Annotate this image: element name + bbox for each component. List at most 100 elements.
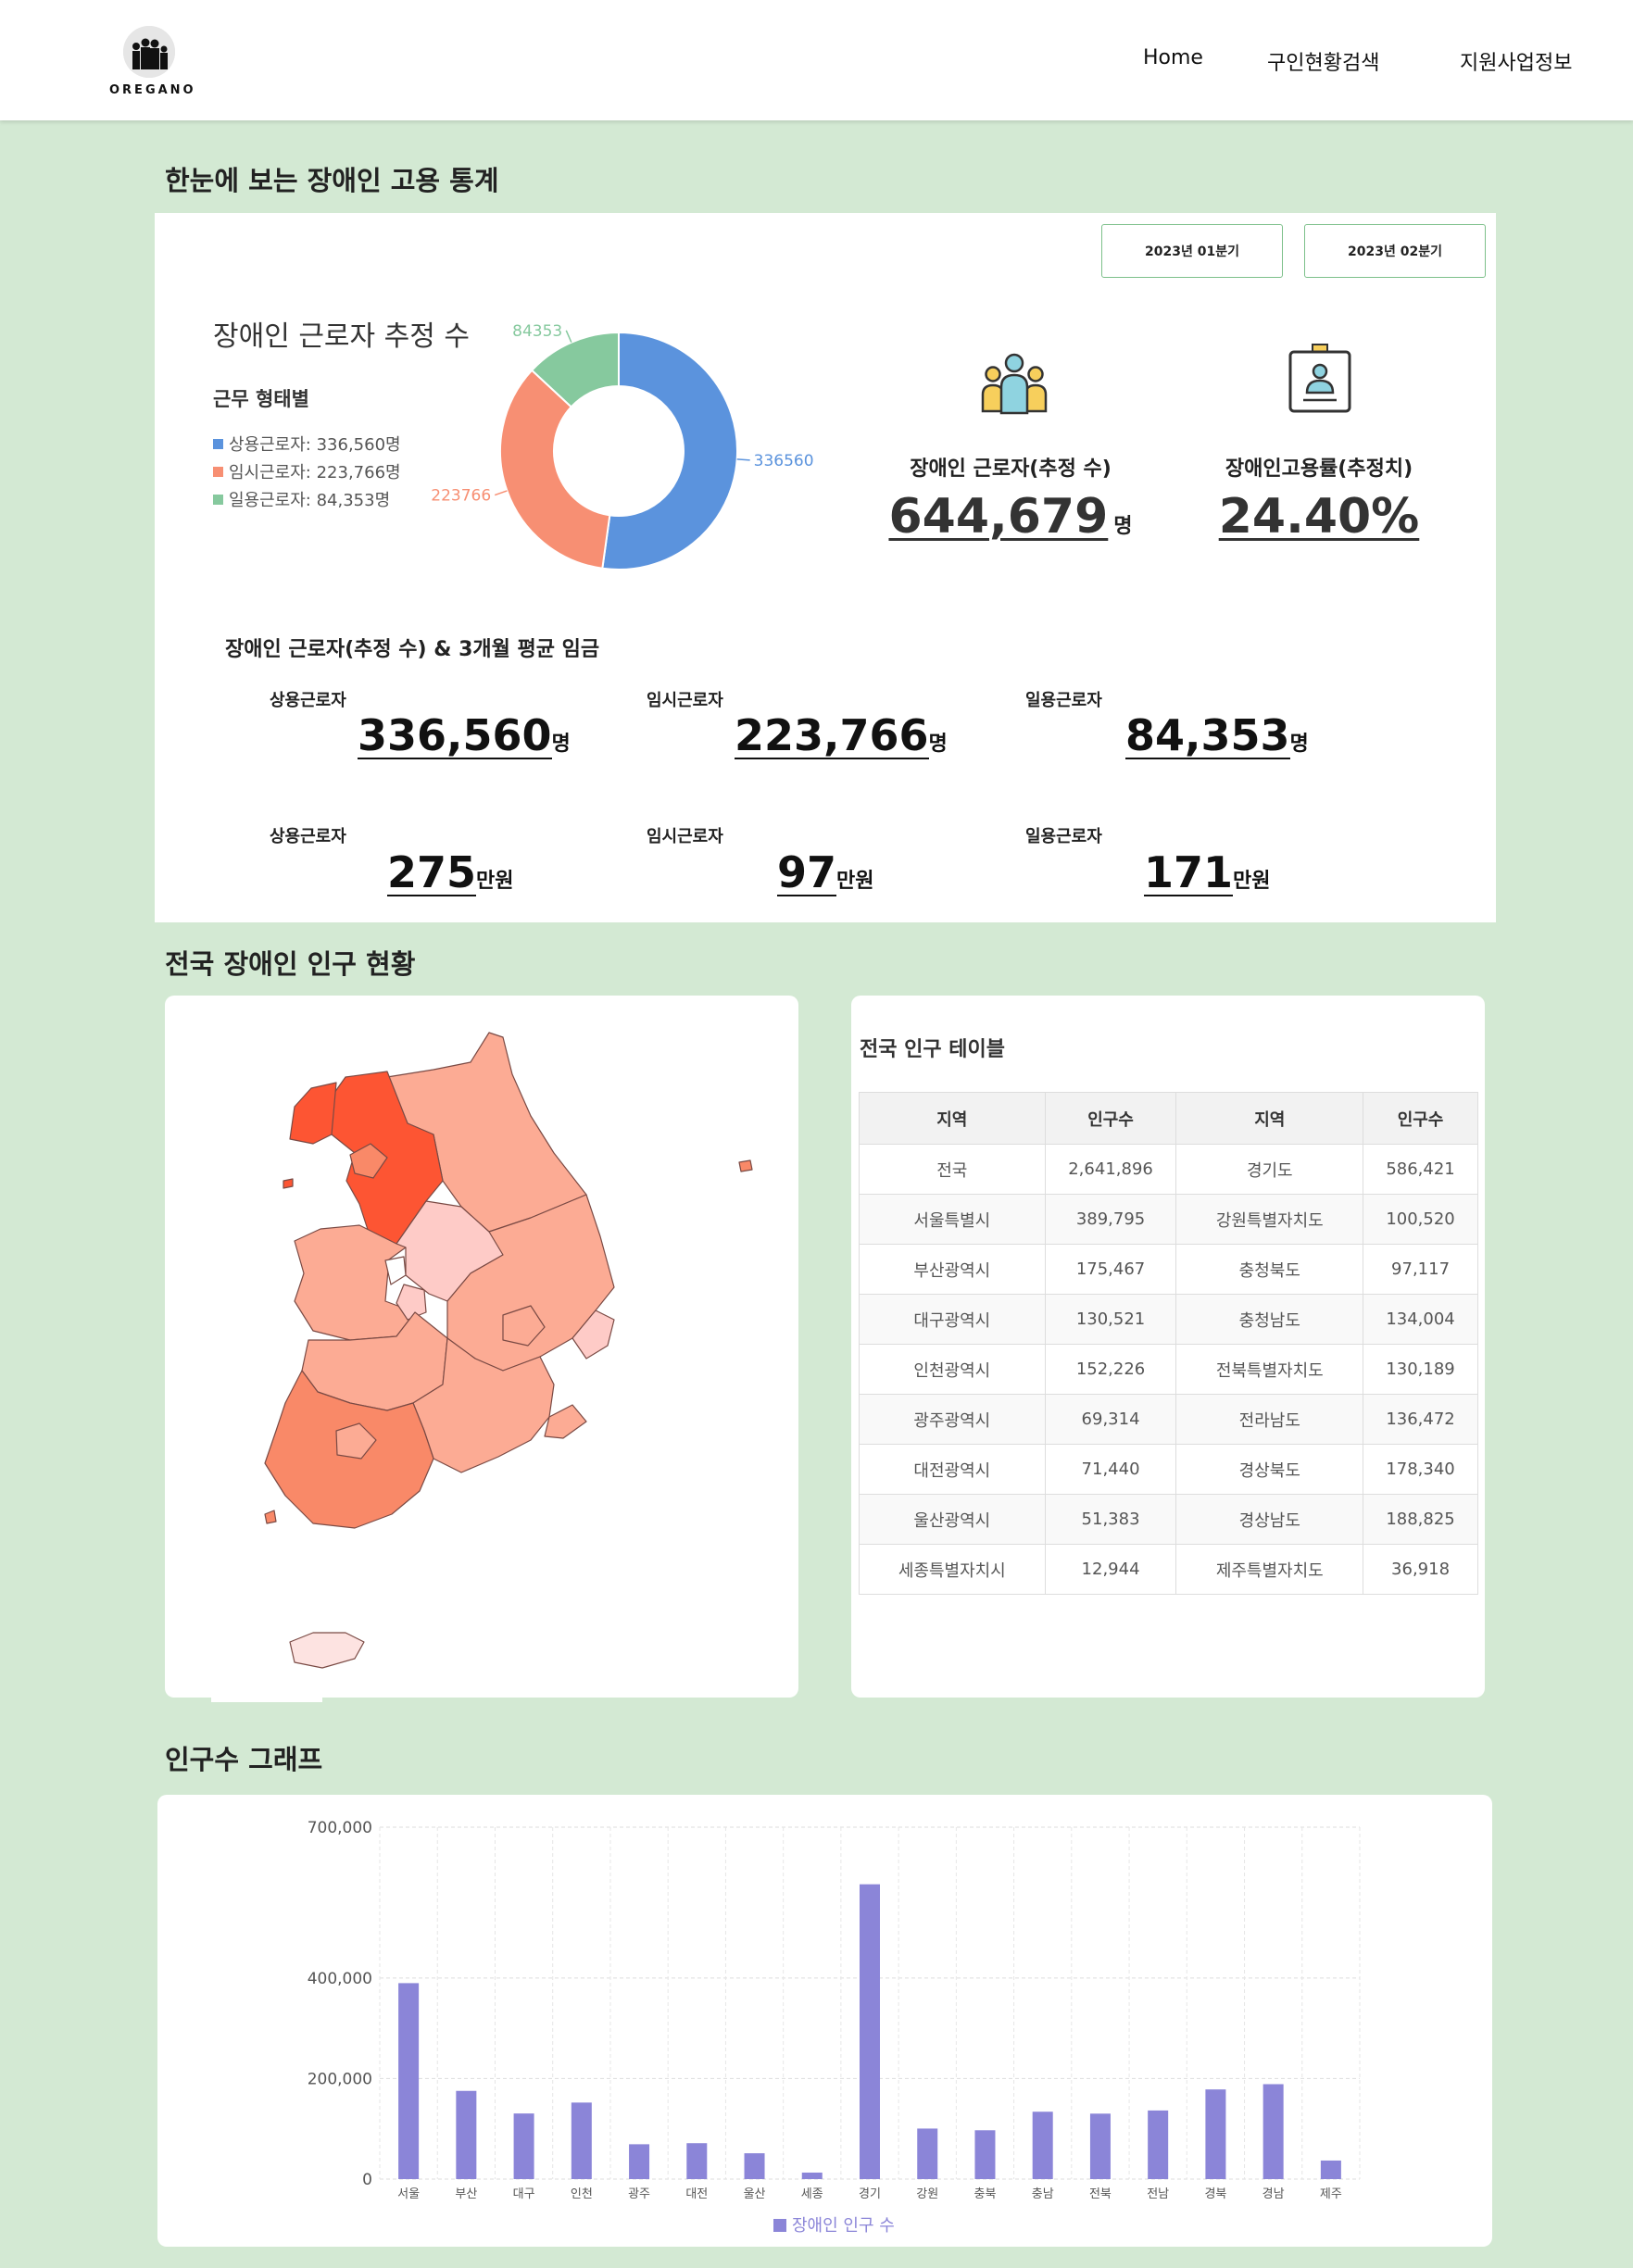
kpi-employment-rate: 24.40% <box>1152 489 1486 545</box>
x-tick-label: 전북 <box>1089 2187 1112 2201</box>
nav-home[interactable]: Home <box>1143 46 1203 69</box>
region-cell: 인천광역시 <box>859 1344 1046 1395</box>
map-region-busan <box>544 1404 587 1439</box>
family-logo-icon <box>123 26 175 78</box>
x-tick-label: 충남 <box>1032 2187 1054 2201</box>
population-cell: 586,421 <box>1363 1144 1478 1195</box>
donut-label-leader <box>494 490 508 496</box>
nav-support-programs[interactable]: 지원사업정보 <box>1460 46 1572 76</box>
oregano-logo[interactable]: OREGANO <box>109 26 196 100</box>
donut-slice-1[interactable] <box>499 369 611 570</box>
kpi-worker-count-label: 장애인 근로자(추정 수) <box>910 457 1112 481</box>
population-cell: 51,383 <box>1044 1494 1177 1545</box>
table-row: 대전광역시 71,440 경상북도 178,340 <box>859 1444 1478 1495</box>
chart-legend-swatch <box>773 2219 786 2232</box>
kpi-worker-count-unit: 명 <box>1113 515 1133 538</box>
region-cell: 충청북도 <box>1175 1244 1364 1295</box>
region-cell: 강원특별자치도 <box>1175 1194 1364 1245</box>
worker-daily-unit: 명 <box>1289 733 1309 756</box>
region-cell: 광주광역시 <box>859 1394 1046 1445</box>
population-cell: 100,520 <box>1363 1194 1478 1245</box>
kpi-worker-count-value: 644,679 <box>888 489 1109 545</box>
wage-daily: 171만원 <box>1144 850 1271 897</box>
bar-제주[interactable] <box>1320 2160 1341 2179</box>
population-section-title: 전국 장애인 인구 현황 <box>165 948 416 980</box>
wage-regular-label: 상용근로자 <box>270 827 346 846</box>
x-tick-label: 경남 <box>1262 2187 1285 2201</box>
korea-choropleth-map <box>264 1032 753 1669</box>
bar-인천[interactable] <box>571 2102 592 2179</box>
region-cell: 전라남도 <box>1175 1394 1364 1445</box>
donut-slice-0[interactable] <box>601 331 738 570</box>
population-table: 지역 인구수 지역 인구수 전국 2,641,896 경기도 586,421 서울특별시… <box>859 1092 1478 1595</box>
worker-daily-value: 84,353 <box>1125 710 1290 760</box>
population-bar-chart: 0 200,000 400,000 700,000 서울 부산 대구 인천 광주 대전 울산 세종 경기… <box>308 1819 1361 2236</box>
table-row: 부산광역시 175,467 충청북도 97,117 <box>859 1244 1478 1295</box>
donut-data-label: 336560 <box>754 452 814 470</box>
donut-label-leader <box>736 458 750 461</box>
wage-daily-label: 일용근로자 <box>1025 827 1102 846</box>
bar-강원[interactable] <box>917 2128 938 2179</box>
region-cell: 울산광역시 <box>859 1494 1046 1545</box>
people-group-icon <box>981 353 1048 415</box>
bar-부산[interactable] <box>456 2090 477 2179</box>
region-cell: 경상남도 <box>1175 1494 1364 1545</box>
bar-대전[interactable] <box>686 2143 708 2179</box>
population-cell: 71,440 <box>1044 1444 1177 1495</box>
population-cell: 36,918 <box>1363 1544 1478 1595</box>
x-tick-label: 대구 <box>513 2187 535 2201</box>
quarter-button-2023-q2[interactable]: 2023년 02분기 <box>1304 224 1486 278</box>
population-cell: 152,226 <box>1044 1344 1177 1395</box>
map-region-island-south <box>264 1510 277 1524</box>
bar-대구[interactable] <box>513 2113 534 2179</box>
worker-regular-count: 336,560명 <box>358 713 571 760</box>
region-cell: 전북특별자치도 <box>1175 1344 1364 1395</box>
bar-서울[interactable] <box>398 1983 420 2179</box>
nav-job-search[interactable]: 구인현황검색 <box>1267 46 1379 76</box>
worker-regular-label: 상용근로자 <box>270 691 346 710</box>
x-tick-label: 경북 <box>1204 2187 1226 2201</box>
x-tick-label: 서울 <box>397 2187 420 2201</box>
population-table-body: 전국 2,641,896 경기도 586,421 서울특별시 389,795 강원특별자치도… <box>859 1144 1478 1595</box>
x-tick-label: 인천 <box>571 2187 593 2201</box>
population-cell: 178,340 <box>1363 1444 1478 1495</box>
bar-경남[interactable] <box>1262 2084 1284 2179</box>
wage-regular-value: 275 <box>387 847 477 897</box>
bar-광주[interactable] <box>629 2144 650 2179</box>
population-bar-chart-card: 0 200,000 400,000 700,000 서울 부산 대구 인천 광주 대전 울산 세종 경기… <box>157 1795 1492 2247</box>
quarter-button-2023-q1[interactable]: 2023년 01분기 <box>1101 224 1283 278</box>
wage-section-title: 장애인 근로자(추정 수) & 3개월 평균 임금 <box>225 638 600 661</box>
top-navigation-bar: OREGANO Home 구인현황검색 지원사업정보 <box>0 0 1633 120</box>
x-tick-label: 광주 <box>628 2187 650 2201</box>
bar-전북[interactable] <box>1089 2113 1111 2179</box>
region-cell: 서울특별시 <box>859 1194 1046 1245</box>
bar-충남[interactable] <box>1032 2111 1053 2179</box>
logo-text: OREGANO <box>109 83 196 97</box>
wage-regular-unit: 만원 <box>476 870 514 893</box>
stats-section-title: 한눈에 보는 장애인 고용 통계 <box>165 165 499 196</box>
population-cell: 97,117 <box>1363 1244 1478 1295</box>
y-tick-label: 400,000 <box>308 1970 372 1988</box>
y-tick-label: 0 <box>362 2171 372 2189</box>
bar-전남[interactable] <box>1148 2110 1169 2179</box>
population-cell: 130,521 <box>1044 1294 1177 1345</box>
worker-daily-label: 일용근로자 <box>1025 691 1102 710</box>
bar-세종[interactable] <box>801 2172 823 2179</box>
column-header-region: 지역 <box>1175 1092 1364 1145</box>
chart-legend-label: 장애인 인구 수 <box>792 2216 895 2236</box>
region-cell: 전국 <box>859 1144 1046 1195</box>
table-row: 대구광역시 130,521 충청남도 134,004 <box>859 1294 1478 1345</box>
bar-경북[interactable] <box>1205 2089 1226 2179</box>
population-table-title: 전국 인구 테이블 <box>860 1038 1005 1061</box>
bar-경기[interactable] <box>860 1884 880 2179</box>
population-cell: 69,314 <box>1044 1394 1177 1445</box>
x-tick-label: 경기 <box>859 2187 881 2201</box>
bar-울산[interactable] <box>744 2153 765 2179</box>
region-cell: 제주특별자치도 <box>1175 1544 1364 1595</box>
donut-data-label: 223766 <box>431 487 491 506</box>
map-region-ulleung <box>738 1159 753 1172</box>
employment-stats-panel: 2023년 01분기 2023년 02분기 장애인 근로자 추정 수 근무 형태… <box>155 213 1496 922</box>
x-tick-label: 울산 <box>744 2187 766 2201</box>
donut-data-label: 84353 <box>512 322 562 341</box>
bar-충북[interactable] <box>974 2130 996 2179</box>
